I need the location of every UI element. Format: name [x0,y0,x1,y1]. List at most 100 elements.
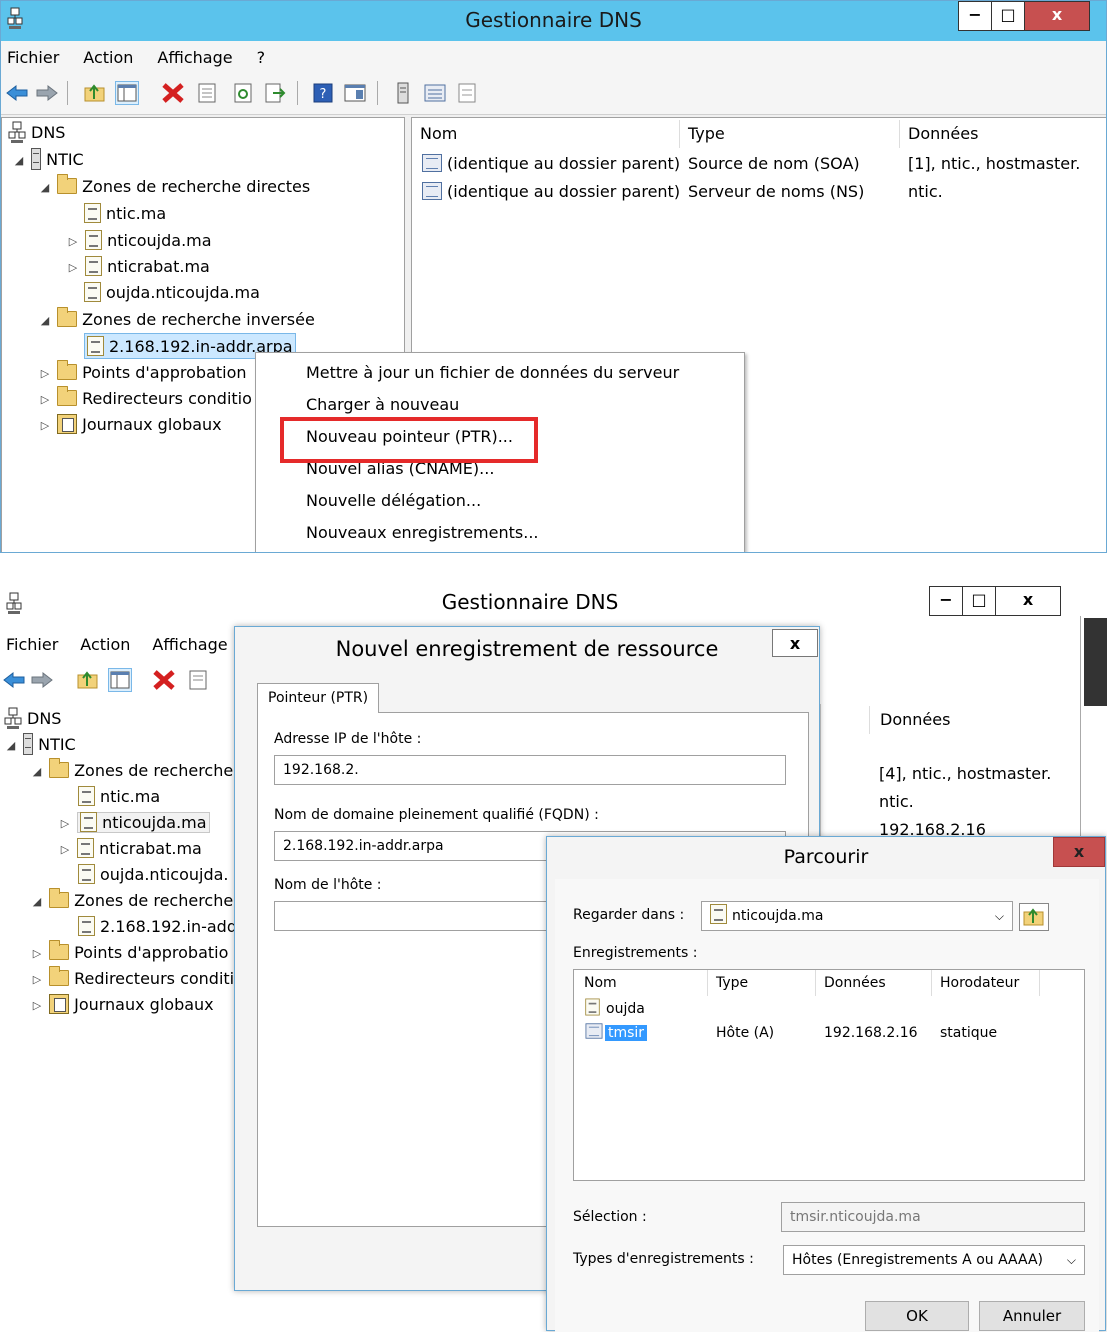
menu-help[interactable]: ? [257,48,266,67]
list-icon[interactable] [423,81,447,105]
menu-fichier[interactable]: Fichier [6,635,58,654]
list-item-selected[interactable]: tmsir [584,1022,648,1044]
column-header-data[interactable]: Données [900,120,1106,148]
collapse-arrow-icon[interactable]: ◢ [12,148,26,174]
ip-address-input[interactable]: 192.168.2. [274,755,786,785]
scrollbar-thumb[interactable] [1084,618,1107,706]
collapse-arrow-icon[interactable]: ◢ [30,889,44,915]
close-button[interactable]: x [772,629,818,657]
tree-item-zone[interactable]: ▷ nticrabat.ma [66,254,210,280]
column-header-type[interactable]: Type [680,120,900,148]
ok-button[interactable]: OK [865,1301,969,1331]
collapse-arrow-icon[interactable]: ◢ [38,175,52,201]
delete-icon[interactable] [152,668,176,692]
tree-item-forward-zones[interactable]: ◢ Zones de recherche [30,757,233,785]
expand-arrow-icon[interactable]: ▷ [30,941,44,967]
properties-icon[interactable] [186,668,210,692]
server-icon[interactable] [391,81,415,105]
tree-label: ntic.ma [100,787,161,806]
properties-icon[interactable] [195,81,219,105]
expand-arrow-icon[interactable]: ▷ [38,413,52,439]
records-icon[interactable] [455,81,479,105]
tree-item-zone[interactable]: ▷ nticoujda.ma [66,228,212,254]
menu-affichage[interactable]: Affichage [152,635,227,654]
console-tree-icon[interactable] [115,81,139,105]
tree-item-ntic[interactable]: ◢ NTIC [4,732,76,758]
menu-item-update-file[interactable]: Mettre à jour un fichier de données du s… [306,357,679,389]
maximize-button[interactable]: □ [962,586,996,616]
zone-icon [78,785,95,806]
menu-item-new-records[interactable]: Nouveaux enregistrements... [306,517,538,549]
tree-item-zone[interactable]: ntic.ma [78,784,160,810]
minimize-button[interactable]: − [929,586,963,616]
tab-ptr[interactable]: Pointeur (PTR) [257,683,380,713]
menu-action[interactable]: Action [80,635,130,654]
column-header-timestamp[interactable]: Horodateur [932,970,1040,996]
help-icon[interactable]: ? [311,81,335,105]
expand-arrow-icon[interactable]: ▷ [66,229,80,255]
expand-arrow-icon[interactable]: ▷ [30,993,44,1019]
record-types-select[interactable]: Hôtes (Enregistrements A ou AAAA) ⌵ [783,1245,1085,1275]
column-header-data[interactable]: Données [816,970,932,996]
tree-item-dns[interactable]: DNS [4,706,61,732]
tree-item-zone[interactable]: ntic.ma [84,201,166,227]
tree-item-global-logs[interactable]: ▷ Journaux globaux [30,992,214,1018]
tree-item-zone[interactable]: ▷ nticoujda.ma [58,810,210,836]
up-folder-button[interactable] [1019,903,1049,931]
export-icon[interactable] [263,81,287,105]
column-header-name[interactable]: Nom [412,120,680,148]
close-button[interactable]: x [1024,1,1090,31]
forward-arrow-icon[interactable] [35,81,59,105]
expand-arrow-icon[interactable]: ▷ [38,387,52,413]
console-tree-icon[interactable] [108,668,132,692]
tree-item-dns[interactable]: DNS [8,120,65,146]
column-header-data[interactable]: Données [869,706,1069,734]
tree-item-zone[interactable]: oujda.nticoujda.ma [84,280,260,306]
back-arrow-icon[interactable] [2,668,26,692]
close-button[interactable]: x [1053,837,1105,867]
tree-item-trust-points[interactable]: ▷ Points d'approbation [38,359,247,387]
minimize-button[interactable]: − [958,1,992,31]
column-header-name[interactable]: Nom [574,970,708,996]
tree-item-ntic[interactable]: ◢ NTIC [12,147,84,173]
look-in-select[interactable]: nticoujda.ma ⌵ [701,901,1013,931]
view-icon[interactable] [343,81,367,105]
tree-item-global-logs[interactable]: ▷ Journaux globaux [38,412,222,438]
tree-item-zone[interactable]: oujda.nticoujda. [78,862,229,888]
cancel-button[interactable]: Annuler [979,1301,1085,1331]
tree-item-reverse-zone[interactable]: 2.168.192.in-add [78,914,237,940]
menu-fichier[interactable]: Fichier [7,48,59,67]
expand-arrow-icon[interactable]: ▷ [58,811,72,837]
expand-arrow-icon[interactable]: ▷ [30,967,44,993]
list-item[interactable]: oujda [584,998,645,1020]
close-button[interactable]: x [995,586,1061,616]
dns-icon [8,121,26,143]
menu-action[interactable]: Action [83,48,133,67]
tree-item-forwarders[interactable]: ▷ Redirecteurs conditio [38,385,252,413]
expand-arrow-icon[interactable]: ▷ [58,837,72,863]
tree-item-forward-zones[interactable]: ◢ Zones de recherche directes [38,173,310,201]
collapse-arrow-icon[interactable]: ◢ [30,759,44,785]
forward-arrow-icon[interactable] [30,668,54,692]
tree-label: Points d'approbatio [74,943,229,962]
up-folder-icon[interactable] [83,81,107,105]
maximize-button[interactable]: □ [991,1,1025,31]
menu-affichage[interactable]: Affichage [157,48,232,67]
tree-item-reverse-zones[interactable]: ◢ Zones de recherche [30,887,233,915]
collapse-arrow-icon[interactable]: ◢ [4,733,18,759]
expand-arrow-icon[interactable]: ▷ [66,255,80,281]
table-row[interactable]: (identique au dossier parent) [422,150,680,178]
tree-item-trust-points[interactable]: ▷ Points d'approbatio [30,939,229,967]
menu-item-new-delegation[interactable]: Nouvelle délégation... [306,485,481,517]
refresh-icon[interactable] [231,81,255,105]
tree-item-reverse-zones[interactable]: ◢ Zones de recherche inversée [38,306,315,334]
delete-icon[interactable] [161,81,185,105]
expand-arrow-icon[interactable]: ▷ [38,361,52,387]
tree-item-zone[interactable]: ▷ nticrabat.ma [58,836,202,862]
back-arrow-icon[interactable] [5,81,29,105]
tree-item-forwarders[interactable]: ▷ Redirecteurs conditi [30,965,234,993]
collapse-arrow-icon[interactable]: ◢ [38,308,52,334]
up-folder-icon[interactable] [76,668,100,692]
column-header-type[interactable]: Type [708,970,816,996]
table-row[interactable]: (identique au dossier parent) [422,178,680,206]
